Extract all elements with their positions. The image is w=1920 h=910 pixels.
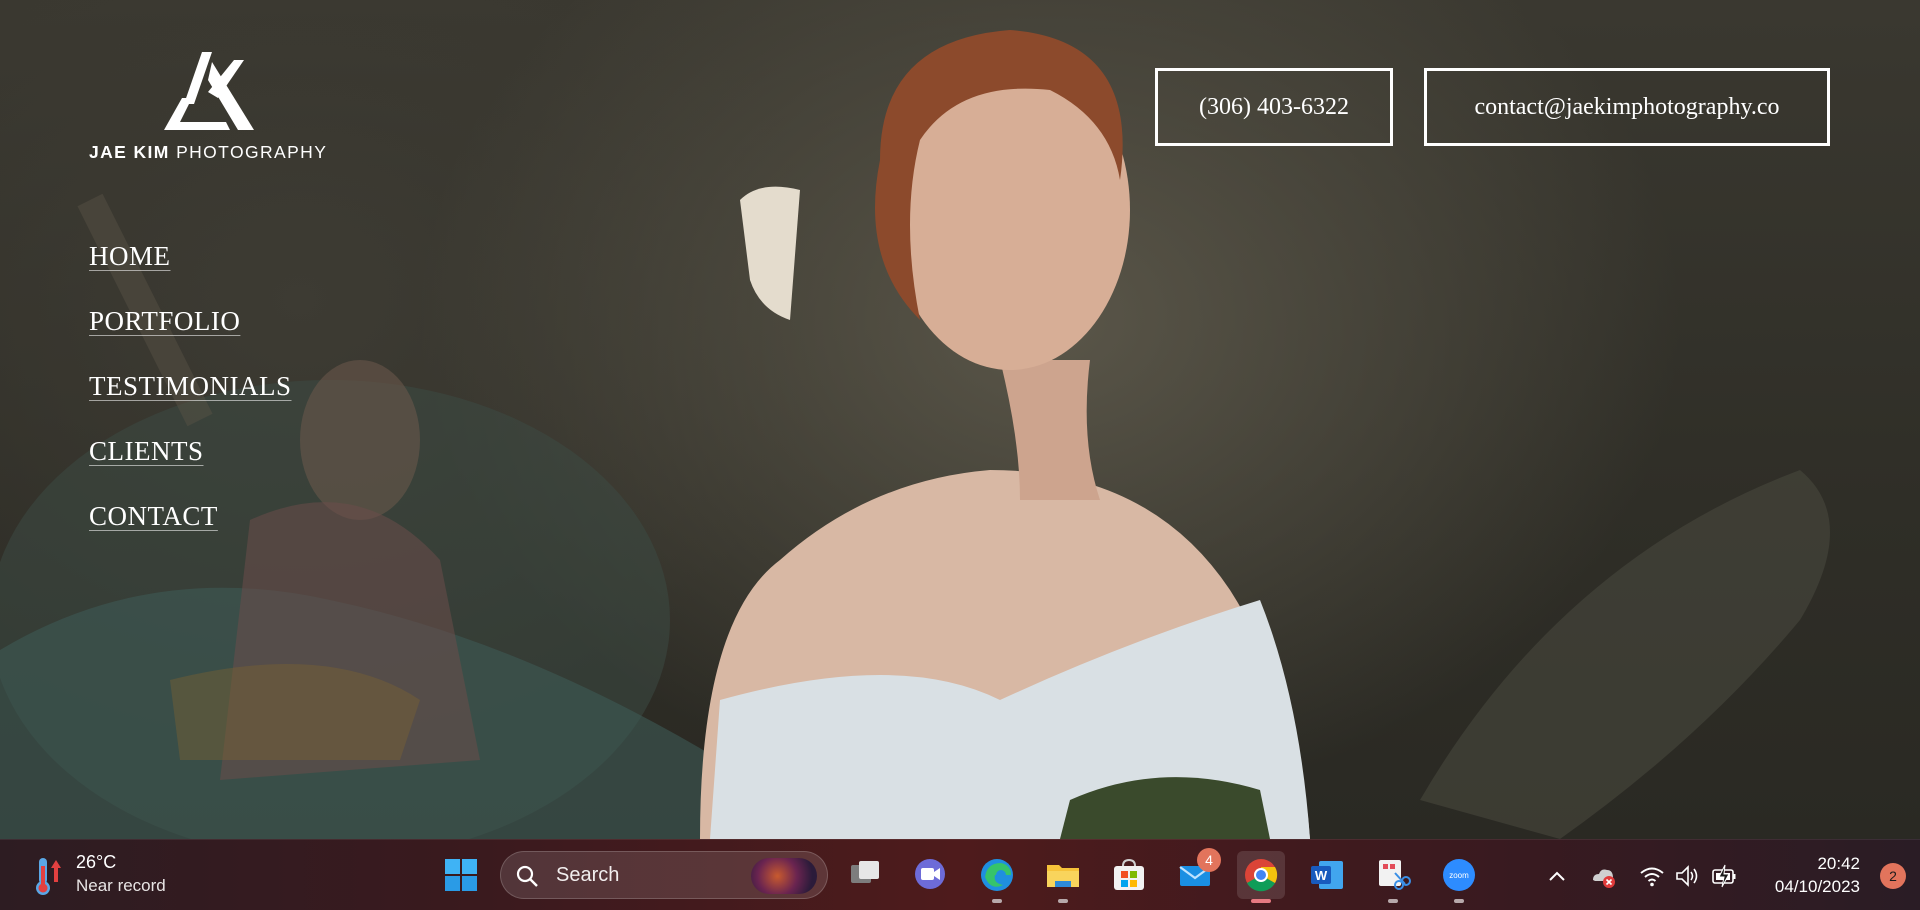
snipping-tool-button[interactable] [1369, 851, 1417, 903]
nav-item-portfolio[interactable]: PORTFOLIO [89, 303, 292, 368]
task-view-icon [851, 861, 879, 883]
file-explorer-button[interactable] [1039, 851, 1087, 903]
main-nav: HOME PORTFOLIO TESTIMONIALS CLIENTS CONT… [89, 238, 292, 563]
site-logo[interactable]: JAE KIM PHOTOGRAPHY [89, 52, 329, 164]
edge-icon [981, 859, 1013, 891]
running-indicator [1388, 899, 1398, 903]
jk-monogram-icon [164, 52, 254, 130]
clock-date: 04/10/2023 [1774, 877, 1860, 896]
system-clock[interactable]: 20:42 04/10/2023 [1775, 852, 1860, 898]
nav-item-home[interactable]: HOME [89, 238, 292, 303]
onedrive-error-icon[interactable] [1589, 862, 1617, 890]
chrome-button[interactable] [1237, 851, 1285, 903]
svg-text:W: W [1315, 868, 1328, 883]
taskbar-search[interactable]: Search [500, 851, 828, 899]
nav-item-clients[interactable]: CLIENTS [89, 433, 292, 498]
zoom-icon: zoom [1443, 859, 1475, 891]
search-highlight-image [751, 858, 817, 894]
folder-icon [1047, 865, 1079, 887]
word-icon: W [1311, 861, 1343, 889]
search-icon [516, 865, 538, 887]
snipping-tool-icon [1379, 860, 1411, 890]
running-indicator [992, 899, 1002, 903]
chrome-icon [1245, 859, 1278, 892]
task-view-button[interactable] [841, 851, 889, 899]
thermometer-icon [36, 858, 61, 895]
notification-badge[interactable]: 2 [1880, 863, 1906, 889]
weather-widget[interactable]: 26°C Near record [28, 850, 188, 902]
store-button[interactable] [1105, 851, 1153, 899]
store-icon [1114, 858, 1144, 890]
teams-chat-icon [915, 859, 945, 889]
word-button[interactable]: W [1303, 851, 1351, 899]
battery-charging-icon[interactable] [1710, 862, 1738, 890]
search-placeholder: Search [556, 864, 620, 886]
volume-icon[interactable] [1674, 862, 1702, 890]
taskbar: 26°C Near record Search 4 W zoom 20:42 0… [0, 839, 1920, 910]
logo-brand-bold: JAE KIM [89, 142, 170, 162]
weather-temp: 26°C [76, 852, 117, 872]
active-indicator [1251, 899, 1271, 903]
email-button[interactable]: contact@jaekimphotography.co [1424, 68, 1830, 146]
start-button[interactable] [437, 851, 485, 899]
chevron-up-icon[interactable] [1543, 862, 1571, 890]
chat-button[interactable] [906, 851, 954, 899]
running-indicator [1454, 899, 1464, 903]
mail-button[interactable]: 4 [1171, 848, 1221, 899]
nav-item-contact[interactable]: CONTACT [89, 498, 292, 563]
weather-desc: Near record [76, 876, 166, 895]
edge-button[interactable] [973, 851, 1021, 903]
running-indicator [1058, 899, 1068, 903]
zoom-button[interactable]: zoom [1435, 851, 1483, 903]
clock-time: 20:42 [1817, 854, 1860, 873]
windows-start-icon [445, 859, 477, 891]
zoom-label: zoom [1449, 871, 1469, 880]
logo-wordmark: JAE KIM PHOTOGRAPHY [89, 142, 327, 163]
nav-item-testimonials[interactable]: TESTIMONIALS [89, 368, 292, 433]
wifi-icon[interactable] [1638, 862, 1666, 890]
mail-badge: 4 [1197, 848, 1221, 872]
phone-button[interactable]: (306) 403-6322 [1155, 68, 1393, 146]
logo-brand-rest: PHOTOGRAPHY [176, 142, 328, 162]
